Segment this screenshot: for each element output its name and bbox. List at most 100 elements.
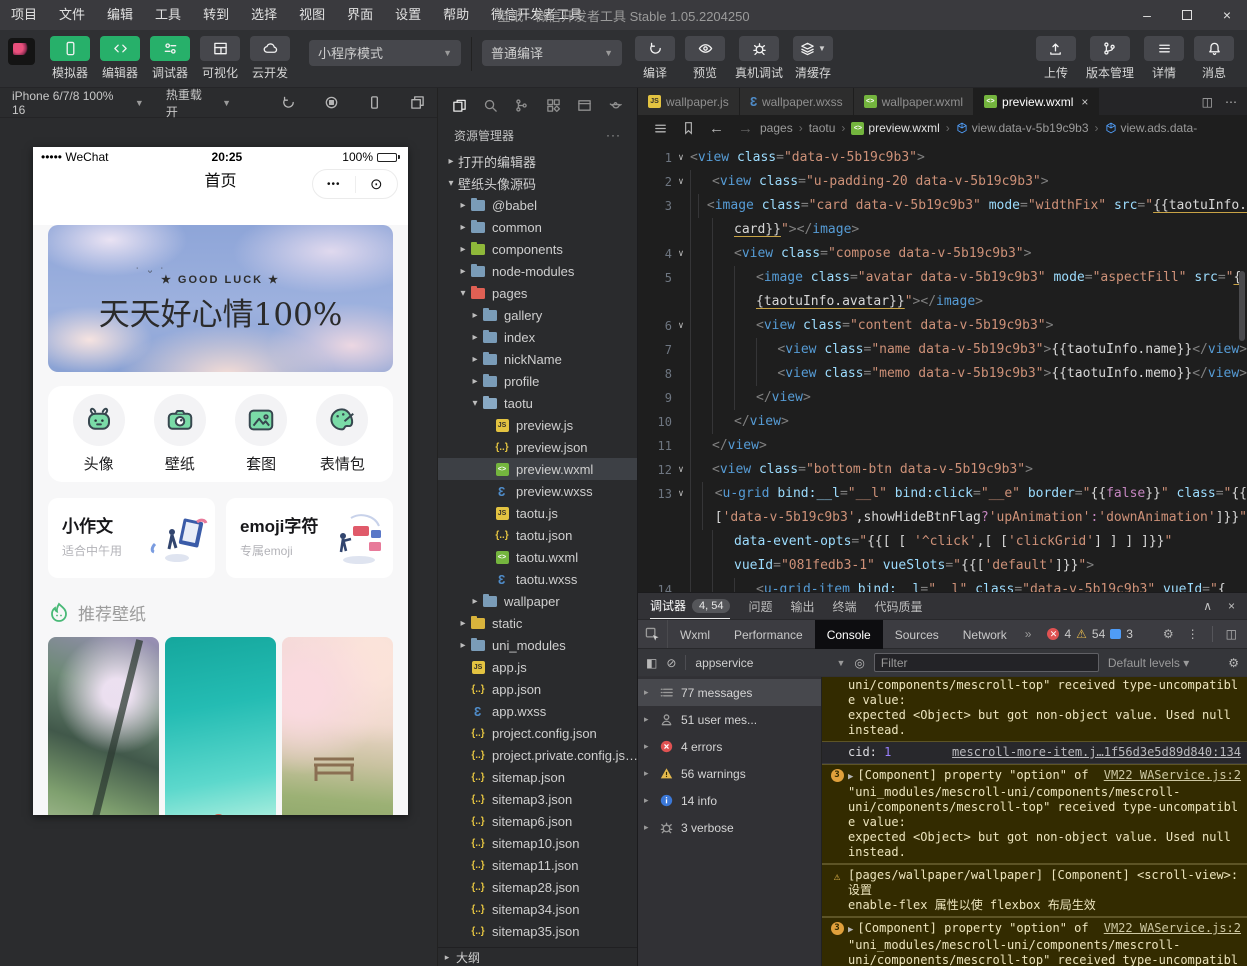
tree-item-app.json[interactable]: {..}app.json (438, 678, 637, 700)
gear-icon[interactable]: ⚙ (1163, 627, 1174, 641)
promo-card-小作文[interactable]: 小作文适合中午用 (48, 498, 215, 578)
tree-item-pages[interactable]: ▾pages (438, 282, 637, 304)
editor-scrollbar[interactable] (1239, 271, 1245, 341)
console-filter-4 errors[interactable]: ▸4 errors (638, 733, 821, 760)
toolbar-button-可视化[interactable]: 可视化 (200, 36, 240, 81)
tree-item-static[interactable]: ▸static (438, 612, 637, 634)
git-icon[interactable] (514, 98, 529, 113)
device-select[interactable]: iPhone 6/7/8 100% 16▼ (12, 89, 144, 117)
close-button[interactable]: × (1207, 0, 1247, 30)
tree-item-preview.wxss[interactable]: 3preview.wxss (438, 480, 637, 502)
exit-button[interactable]: ⊙ (356, 175, 398, 193)
tree-item-preview.json[interactable]: {..}preview.json (438, 436, 637, 458)
gear-icon[interactable]: ⚙ (1228, 656, 1239, 670)
expand-icon[interactable]: ▶ (848, 925, 853, 935)
console-filter-56 warnings[interactable]: ▸56 warnings (638, 760, 821, 787)
tree-item-gallery[interactable]: ▸gallery (438, 304, 637, 326)
tree-item-preview.wxml[interactable]: <>preview.wxml (438, 458, 637, 480)
toolbar-button-云开发[interactable]: 云开发 (250, 36, 290, 81)
menu-转到[interactable]: 转到 (192, 0, 240, 30)
tree-item-sitemap.json[interactable]: {..}sitemap.json (438, 766, 637, 788)
tree-item-sitemap35.json[interactable]: {..}sitemap35.json (438, 920, 637, 942)
split-editor-icon[interactable]: ◫ (1202, 95, 1213, 109)
tree-item-@babel[interactable]: ▸@babel (438, 194, 637, 216)
tree-item-taotu.json[interactable]: {..}taotu.json (438, 524, 637, 546)
devtools-tab-Performance[interactable]: Performance (722, 620, 815, 649)
toolbar-button-预览[interactable]: 预览 (685, 36, 725, 81)
nav-forward-icon[interactable]: → (738, 120, 753, 137)
toolbar-button-消息[interactable]: 消息 (1194, 36, 1234, 81)
menu-文件[interactable]: 文件 (48, 0, 96, 30)
tree-item-uni_modules[interactable]: ▸uni_modules (438, 634, 637, 656)
menu-项目[interactable]: 项目 (0, 0, 48, 30)
menu-工具[interactable]: 工具 (144, 0, 192, 30)
fold-icon[interactable]: ∨ (672, 314, 690, 338)
promo-card-emoji字符[interactable]: emoji字符专属emoji (226, 498, 393, 578)
toolbar-button-详情[interactable]: 详情 (1144, 36, 1184, 81)
files-icon[interactable] (452, 98, 467, 113)
banner-image[interactable]: ˙ ᵕ ˙ ★ GOOD LUCK ★ 天天好心情100% (48, 225, 393, 372)
menu-界面[interactable]: 界面 (336, 0, 384, 30)
tree-item-app.js[interactable]: JSapp.js (438, 656, 637, 678)
record-icon[interactable] (324, 95, 339, 110)
tree-item-sitemap11.json[interactable]: {..}sitemap11.json (438, 854, 637, 876)
tree-item-index[interactable]: ▸index (438, 326, 637, 348)
tree-item-common[interactable]: ▸common (438, 216, 637, 238)
hot-reload-select[interactable]: 热重载 开▼ (166, 86, 231, 120)
toolbar-button-调试器[interactable]: 调试器 (150, 36, 190, 81)
debugger-tab-问题[interactable]: 问题 (748, 598, 772, 615)
expand-icon[interactable]: ▶ (848, 772, 853, 782)
tab-wallpaper.wxml[interactable]: <>wallpaper.wxml (854, 88, 974, 115)
log-levels-select[interactable]: Default levels ▾ (1108, 656, 1189, 670)
fold-icon[interactable]: ∨ (672, 242, 690, 266)
code-area[interactable]: 1∨<view class="data-v-5b19c9b3">2∨<view … (638, 141, 1247, 592)
refresh-icon[interactable] (281, 95, 296, 110)
menu-帮助[interactable]: 帮助 (432, 0, 480, 30)
dock-icon[interactable]: ◫ (1226, 627, 1237, 641)
tree-item-node-modules[interactable]: ▸node-modules (438, 260, 637, 282)
tree-item-taotu[interactable]: ▾taotu (438, 392, 637, 414)
fold-icon[interactable]: ∨ (672, 170, 690, 194)
source-link[interactable]: VM22 WAService.js:2 (1104, 768, 1241, 783)
devtools-tab-Network[interactable]: Network (951, 620, 1019, 649)
tree-item-components[interactable]: ▸components (438, 238, 637, 260)
nav-back-icon[interactable]: ← (709, 120, 724, 137)
debugger-tab-调试器[interactable]: 调试器4, 54 (650, 593, 730, 619)
project-avatar[interactable] (8, 38, 35, 65)
more-actions-icon[interactable]: ⋯ (1225, 95, 1237, 109)
tab-preview.wxml[interactable]: <>preview.wxml× (974, 88, 1099, 115)
debugger-tab-终端[interactable]: 终端 (833, 598, 857, 615)
eye-icon[interactable]: ◎ (854, 656, 864, 670)
filter-input[interactable] (874, 653, 1099, 672)
sidebar-toggle-icon[interactable]: ◧ (646, 656, 657, 670)
tree-item-打开的编辑器[interactable]: ▸打开的编辑器 (438, 150, 637, 172)
breadcrumb-view.ads.data-[interactable]: view.ads.data- (1105, 121, 1198, 135)
menu-编辑[interactable]: 编辑 (96, 0, 144, 30)
window-icon[interactable] (577, 98, 592, 113)
windows-icon[interactable] (410, 95, 425, 110)
tree-item-taotu.wxss[interactable]: 3taotu.wxss (438, 568, 637, 590)
close-panel-icon[interactable]: × (1228, 599, 1235, 613)
toolbar-button-编辑器[interactable]: 编辑器 (100, 36, 140, 81)
search-icon[interactable] (483, 98, 498, 113)
tree-item-profile[interactable]: ▸profile (438, 370, 637, 392)
console-counts[interactable]: ✕4 ⚠54 3 (1047, 627, 1133, 641)
context-select[interactable]: appservice▼ (695, 656, 845, 670)
clear-console-icon[interactable]: ⊘ (666, 656, 676, 670)
more-button[interactable]: ••• (313, 179, 355, 190)
tab-wallpaper.js[interactable]: JSwallpaper.js (638, 88, 740, 115)
maximize-button[interactable] (1167, 0, 1207, 30)
inspect-element-button[interactable] (638, 620, 668, 648)
explorer-more-button[interactable]: ··· (606, 128, 621, 142)
tree-item-preview.js[interactable]: JSpreview.js (438, 414, 637, 436)
fold-icon[interactable]: ∨ (672, 482, 690, 506)
tree-item-taotu.wxml[interactable]: <>taotu.wxml (438, 546, 637, 568)
park-wallpaper[interactable] (282, 637, 393, 815)
devtools-tab-Sources[interactable]: Sources (883, 620, 951, 649)
feature-表情包[interactable]: 表情包 (316, 394, 368, 474)
tree-item-sitemap6.json[interactable]: {..}sitemap6.json (438, 810, 637, 832)
debugger-tab-代码质量[interactable]: 代码质量 (875, 598, 923, 615)
console-filter-77 messages[interactable]: ▸77 messages (638, 679, 821, 706)
collapse-panel-icon[interactable]: ∧ (1203, 599, 1212, 613)
teapot-icon[interactable] (608, 98, 623, 113)
